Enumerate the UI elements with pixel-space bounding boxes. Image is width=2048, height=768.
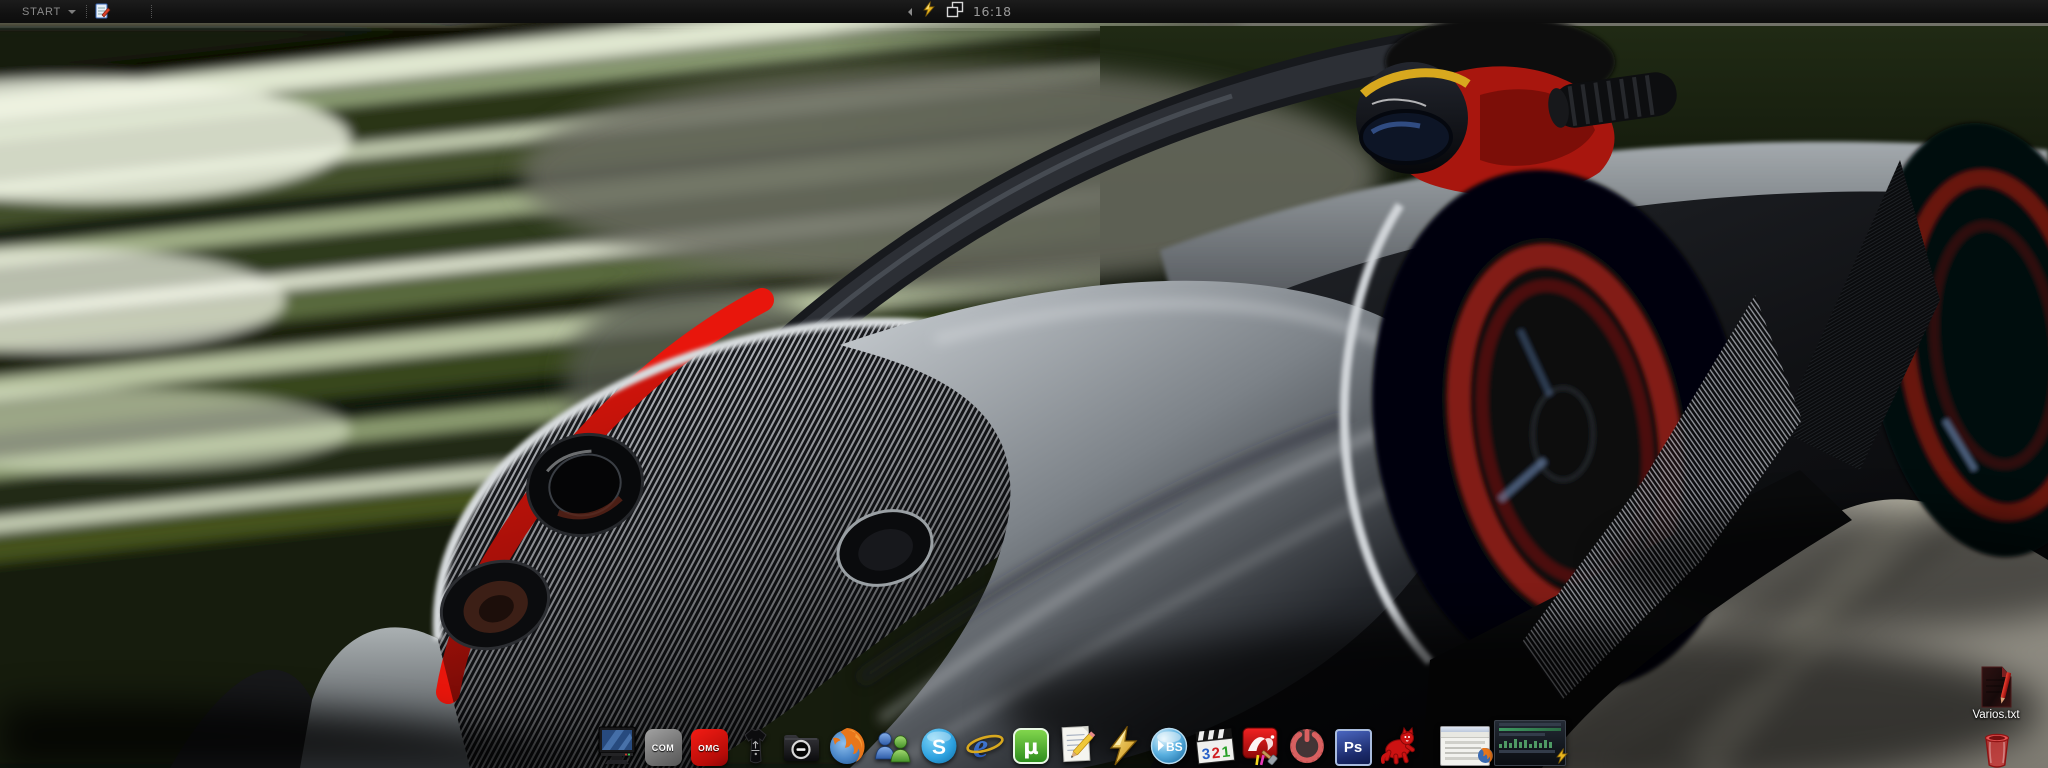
- notepad-quicklaunch-button[interactable]: [93, 3, 111, 21]
- start-button[interactable]: START: [22, 0, 77, 23]
- winamp-tray-icon[interactable]: [921, 1, 937, 22]
- winamp-badge-icon: [1554, 748, 1570, 768]
- varios-txt-label: Varios.txt: [1972, 709, 2020, 721]
- ie-letter: e: [973, 728, 988, 765]
- my-computer-icon: [598, 726, 636, 764]
- chevron-down-icon: [68, 9, 77, 14]
- com-icon-label: COM: [651, 742, 675, 753]
- dock-item-omg-shortcut[interactable]: OMG: [688, 724, 730, 766]
- dock-item-power-off[interactable]: [1286, 724, 1328, 766]
- dock-item-internet-explorer[interactable]: e: [964, 724, 1006, 766]
- bsplayer-icon: BS: [1150, 727, 1188, 765]
- wallpaper-racing-car: [0, 23, 2048, 768]
- dock-item-ati-tray-tools[interactable]: [1240, 724, 1282, 766]
- dock-item-winamp[interactable]: [1102, 724, 1144, 766]
- start-label: START: [22, 5, 62, 18]
- notepad-pencil-icon: [1061, 725, 1096, 763]
- quick-launch-zone: [80, 0, 158, 23]
- separator: [86, 5, 87, 18]
- omg-icon-label: OMG: [698, 742, 720, 753]
- trash-icon: [1984, 733, 2010, 768]
- dock-item-media-player-classic[interactable]: 3 2 1: [1194, 724, 1236, 766]
- bsplayer-letters: BS: [1166, 740, 1183, 754]
- dock-item-red-cat-app[interactable]: [1378, 724, 1420, 766]
- dock-item-skype[interactable]: S: [918, 724, 960, 766]
- winamp-icon: [1109, 726, 1138, 766]
- dock-item-bsplayer[interactable]: BS: [1148, 724, 1190, 766]
- power-off-icon: [1290, 729, 1324, 764]
- taskbar: START 16:18: [0, 0, 2048, 23]
- photoshop-icon: Ps: [1334, 729, 1372, 766]
- dock-item-private-folder[interactable]: [780, 724, 822, 766]
- desktop-screen: START 16:18 COM OMG S e µ BS 3 2 1 Ps Va…: [0, 0, 2048, 768]
- firefox-icon: [830, 728, 865, 764]
- dock-item-utorrent[interactable]: µ: [1010, 724, 1052, 766]
- red-cat-icon: [1380, 726, 1415, 765]
- photoshop-letters: Ps: [1343, 739, 1363, 756]
- messenger-contacts-icon: [875, 732, 911, 763]
- taskbar-clock[interactable]: 16:18: [973, 4, 1012, 19]
- ati-tools-icon: [1242, 727, 1278, 766]
- mpc-digit-3: 3: [1201, 746, 1211, 764]
- skype-icon: S: [921, 728, 957, 764]
- dock-item-tshirt-app[interactable]: [734, 724, 776, 766]
- dock-item-notepad[interactable]: [1056, 724, 1098, 766]
- dock-window-winamp[interactable]: [1494, 720, 1568, 766]
- dock-item-photoshop[interactable]: Ps: [1332, 724, 1374, 766]
- omg-icon: OMG: [690, 729, 728, 766]
- firefox-badge-icon: [1477, 747, 1494, 768]
- skype-letter: S: [932, 736, 946, 759]
- private-folder-icon: [784, 735, 819, 761]
- tshirt-icon: [744, 728, 767, 764]
- window-switcher-tray-icon[interactable]: [946, 1, 964, 23]
- system-tray: 16:18: [908, 0, 1012, 23]
- dock: COM OMG S e µ BS 3 2 1 Ps: [596, 720, 1568, 766]
- utorrent-letter: µ: [1023, 735, 1038, 759]
- mpc-digit-1: 1: [1221, 744, 1231, 762]
- internet-explorer-icon: e: [966, 728, 1004, 765]
- separator: [151, 5, 152, 18]
- dock-window-firefox[interactable]: [1440, 726, 1493, 766]
- dock-item-firefox[interactable]: [826, 724, 868, 766]
- notepad-icon: [95, 3, 110, 19]
- varios-txt-file-icon: [1981, 666, 2012, 708]
- dock-item-my-computer[interactable]: [596, 724, 638, 766]
- desktop-icon-varios-txt[interactable]: Varios.txt: [1956, 666, 2036, 721]
- desktop-icon-trash[interactable]: [1962, 731, 2032, 768]
- dock-item-messenger-contacts[interactable]: [872, 724, 914, 766]
- tray-collapse-chevron-icon[interactable]: [908, 7, 912, 16]
- com-icon: COM: [644, 729, 682, 766]
- mpc-321-icon: 3 2 1: [1195, 728, 1236, 765]
- utorrent-icon: µ: [1013, 728, 1049, 764]
- dock-item-com-shortcut[interactable]: COM: [642, 724, 684, 766]
- mpc-digit-2: 2: [1211, 745, 1221, 763]
